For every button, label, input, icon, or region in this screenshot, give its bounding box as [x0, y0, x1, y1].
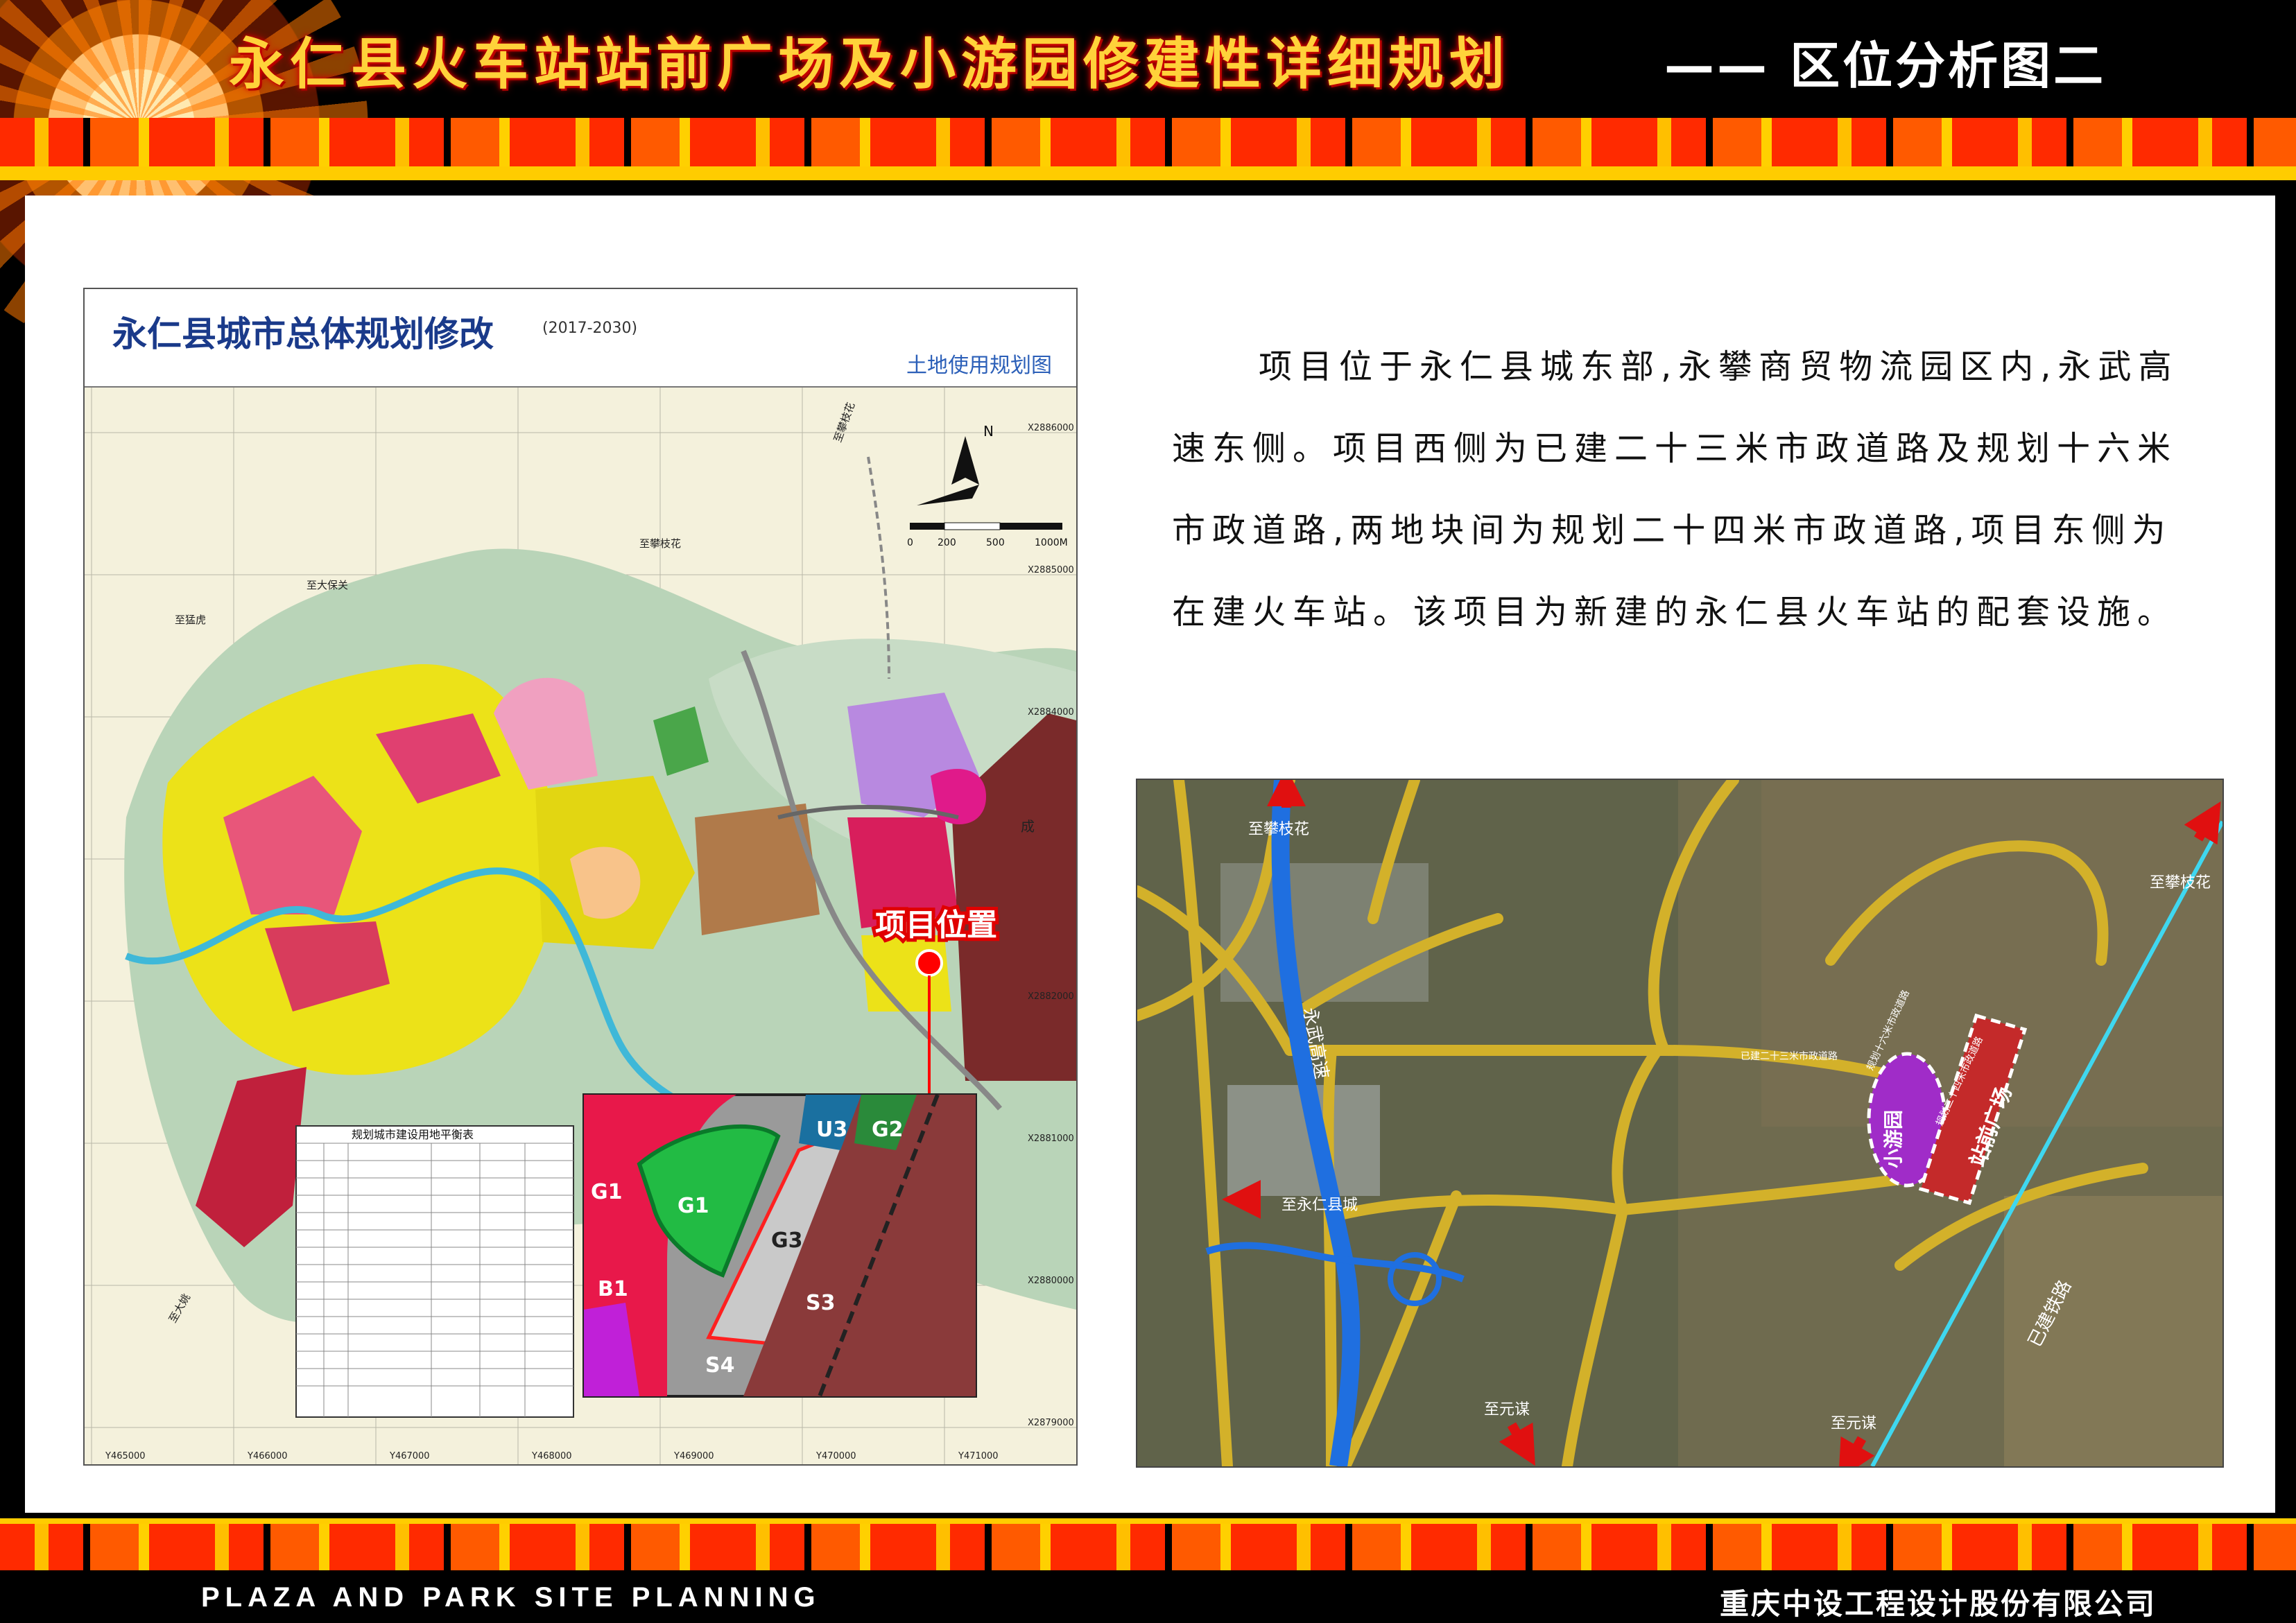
label-to-panzhihua-right: 至攀枝花: [2150, 874, 2211, 892]
satellite-map-panel: 至攀枝花 至攀枝花 至永仁县城 至元谋 至元谋 已建二十三米市政道路 规划十六米…: [1136, 779, 2224, 1468]
satellite-map: 至攀枝花 至攀枝花 至永仁县城 至元谋 至元谋 已建二十三米市政道路 规划十六米…: [1137, 780, 2222, 1466]
road-label-6: 成: [1021, 818, 1035, 835]
inset-label-2: G1: [591, 1180, 623, 1204]
inset-label-0: U3: [816, 1118, 847, 1142]
footer-english-title: PLAZA AND PARK SITE PLANNING: [201, 1582, 821, 1613]
coord-bottom-0: Y465000: [105, 1451, 146, 1461]
road-label-3: 至猛虎: [175, 614, 206, 626]
north-label: N: [983, 423, 994, 440]
project-location-marker: [915, 949, 943, 977]
inset-label-1: G2: [872, 1118, 904, 1142]
road-label-1: 至攀枝花: [639, 537, 681, 550]
footer-company-name: 重庆中设工程设计股份有限公司: [1720, 1587, 2157, 1621]
label-to-yuanmou-left: 至元谋: [1484, 1401, 1530, 1418]
coord-bottom-3: Y468000: [531, 1451, 572, 1461]
project-location-label: 项目位置: [875, 908, 997, 943]
inset-label-6: S3: [806, 1291, 835, 1315]
coord-right-4: X2881000: [1028, 1134, 1074, 1144]
label-to-yuanmou-right: 至元谋: [1831, 1415, 1876, 1432]
map-subtitle: 土地使用规划图: [906, 354, 1052, 378]
map-header: 永仁县城市总体规划修改 (2017-2030) 土地使用规划图: [85, 289, 1076, 388]
land-balance-table: [295, 1125, 574, 1418]
scale-label-3: 1000M: [1035, 537, 1068, 548]
scale-label-1: 200: [938, 537, 956, 548]
label-to-yongren: 至永仁县城: [1281, 1197, 1358, 1214]
industrial-zone: [695, 804, 820, 935]
coord-bottom-6: Y471000: [958, 1451, 999, 1461]
label-road-23m: 已建二十三米市政道路: [1741, 1050, 1838, 1062]
bottom-pattern-stripe: [0, 1518, 2296, 1524]
page-title: 永仁县火车站站前广场及小游园修建性详细规划: [229, 32, 1510, 96]
coord-right-0: X2886000: [1028, 423, 1074, 433]
scale-label-0: 0: [907, 537, 913, 548]
land-use-map: N 0 200 500 1000M X2886000 X2885000 X288…: [85, 388, 1076, 1464]
road-label-2: 至大保关: [307, 579, 348, 591]
project-description: 项目位于永仁县城东部,永攀商贸物流园区内,永武高速东侧。项目西侧为已建二十三米市…: [1172, 347, 2179, 632]
label-small-park: 小游园: [1882, 1110, 1905, 1168]
map-scale-bar: [910, 522, 1062, 530]
map-years: (2017-2030): [542, 320, 638, 337]
label-to-panzhihua-left: 至攀枝花: [1248, 821, 1309, 838]
inset-label-7: S4: [705, 1353, 734, 1378]
coord-right-3: X2882000: [1028, 991, 1074, 1002]
coord-right-1: X2885000: [1028, 565, 1074, 575]
top-pattern-band: [0, 118, 2296, 166]
land-use-map-panel: 永仁县城市总体规划修改 (2017-2030) 土地使用规划图 N 0 200 …: [83, 288, 1078, 1466]
scale-label-2: 500: [986, 537, 1005, 548]
coord-bottom-5: Y470000: [815, 1451, 856, 1461]
top-pattern-stripe: [0, 166, 2296, 180]
inset-label-4: G3: [771, 1229, 803, 1253]
coord-right-6: X2879000: [1028, 1418, 1074, 1428]
inset-label-3: G1: [677, 1194, 709, 1218]
coord-right-2: X2884000: [1028, 707, 1074, 718]
map-title: 永仁县城市总体规划修改: [112, 314, 494, 354]
coord-bottom-2: Y467000: [389, 1451, 430, 1461]
land-balance-table-title: 规划城市建设用地平衡表: [352, 1128, 474, 1141]
bottom-pattern-band: [0, 1522, 2296, 1570]
coord-bottom-4: Y469000: [673, 1451, 714, 1461]
page-subtitle: —— 区位分析图二: [1664, 37, 2107, 95]
inset-label-5: B1: [598, 1277, 628, 1301]
coord-right-5: X2880000: [1028, 1276, 1074, 1286]
coord-bottom-1: Y466000: [247, 1451, 288, 1461]
